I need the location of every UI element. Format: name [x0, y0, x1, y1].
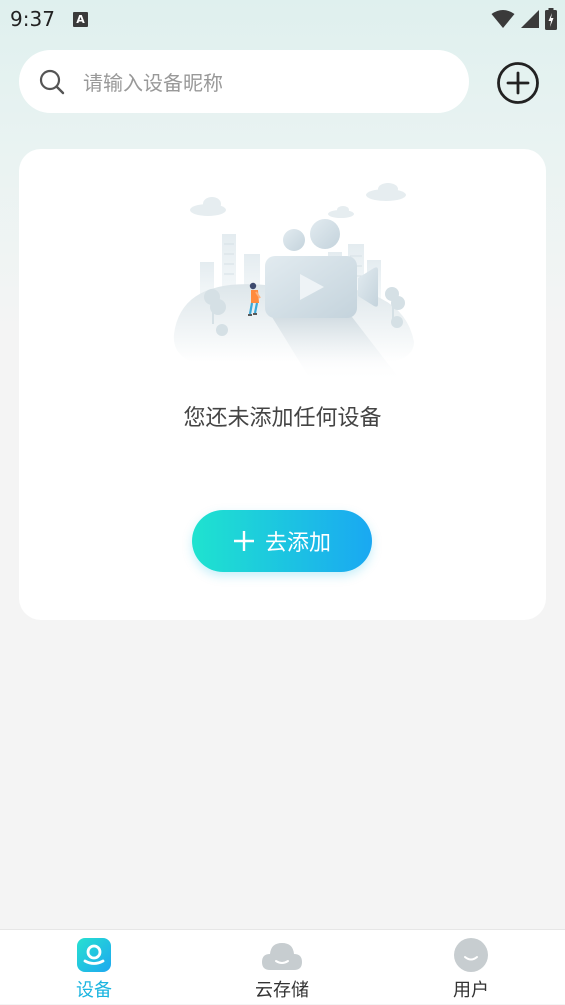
empty-state-card: 您还未添加任何设备 去添加	[19, 149, 546, 620]
nav-label-user: 用户	[453, 980, 489, 1001]
device-icon	[77, 938, 111, 972]
go-add-button[interactable]: 去添加	[192, 510, 372, 572]
nav-label-devices: 设备	[76, 980, 112, 1001]
status-time: 9:37	[10, 7, 55, 31]
status-icons	[491, 8, 557, 30]
cloud-icon	[262, 943, 302, 970]
search-input[interactable]	[81, 60, 455, 105]
plus-circle-icon	[497, 62, 539, 104]
search-icon	[39, 69, 65, 95]
plus-icon	[233, 531, 254, 551]
go-add-label: 去添加	[264, 531, 331, 556]
notification-badge-icon: A	[73, 12, 88, 27]
nav-label-cloud-storage: 云存储	[255, 980, 309, 1001]
battery-icon	[545, 8, 557, 30]
nav-item-devices[interactable]: 设备	[0, 930, 188, 1005]
nav-item-user[interactable]: 用户	[377, 930, 565, 1005]
add-device-button[interactable]	[495, 60, 541, 106]
empty-devices-illustration	[173, 183, 414, 382]
wifi-icon	[491, 10, 515, 28]
user-icon	[454, 938, 488, 972]
bottom-nav: 设备 云存储 用户	[0, 929, 565, 1004]
search-bar[interactable]	[19, 50, 469, 113]
empty-state-message: 您还未添加任何设备	[183, 406, 382, 431]
cell-signal-icon	[521, 10, 539, 28]
nav-item-cloud-storage[interactable]: 云存储	[188, 930, 376, 1005]
status-bar: 9:37 A	[0, 0, 565, 38]
